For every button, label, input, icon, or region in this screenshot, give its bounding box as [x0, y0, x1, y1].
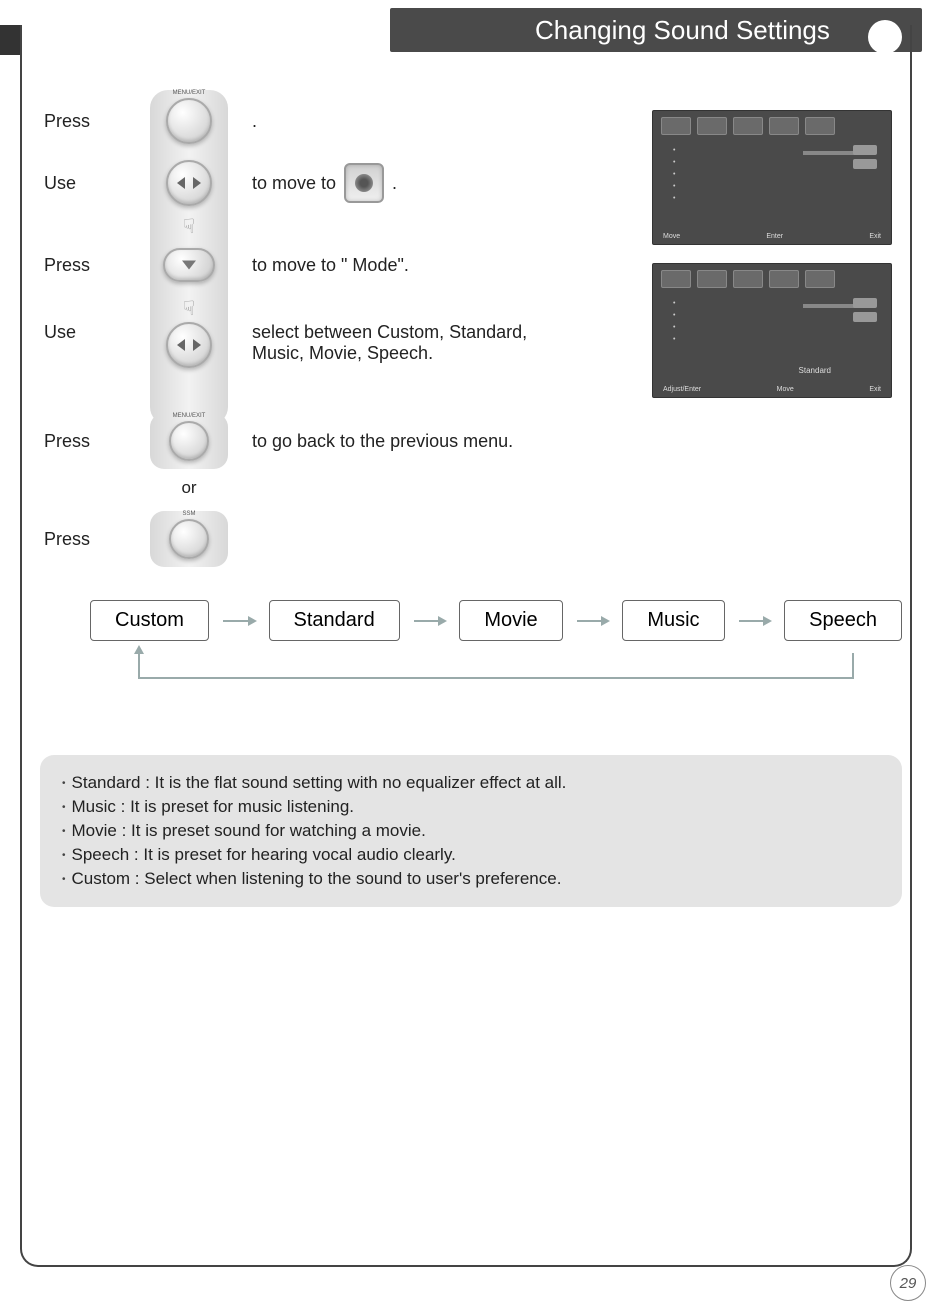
step-3-text: to move to " Mode". — [228, 255, 409, 276]
step-4-line1: select between Custom, Standard, — [252, 322, 527, 343]
tv-tab-icon — [697, 270, 727, 288]
tv-screenshots: Move Enter Exit Standard Adjust/Enter Mo… — [652, 110, 892, 416]
step-6-verb: Press — [40, 529, 150, 550]
tv-menu-item — [673, 157, 871, 169]
step-2-text-post: . — [392, 173, 397, 194]
step-5: Press MENU/EXIT to go back to the previo… — [40, 410, 892, 472]
step-1-verb: Press — [40, 111, 150, 132]
arrow-icon — [223, 620, 255, 622]
tv-tab-icon — [769, 270, 799, 288]
desc-speech: Speech : It is preset for hearing vocal … — [62, 843, 880, 867]
tv-screenshot-1: Move Enter Exit — [652, 110, 892, 245]
sound-menu-icon — [344, 163, 384, 203]
tv-footer-move: Move — [777, 386, 794, 393]
tv-tab-icon — [733, 270, 763, 288]
mode-movie: Movie — [459, 600, 562, 641]
mode-flow-diagram: Custom Standard Movie Music Speech — [90, 600, 902, 710]
step-5-verb: Press — [40, 431, 150, 452]
step-6: Press SSM — [40, 508, 892, 570]
header-left-bar — [0, 25, 20, 55]
tv-footer-exit: Exit — [869, 233, 881, 240]
tv-menu-item — [673, 169, 871, 181]
tv-value-badge — [853, 145, 877, 155]
menu-exit-button-icon: MENU/EXIT — [166, 98, 212, 144]
menu-exit-label-2: MENU/EXIT — [171, 413, 207, 419]
desc-music: Music : It is preset for music listening… — [62, 795, 880, 819]
ssm-button-icon: SSM — [169, 519, 209, 559]
ssm-label: SSM — [171, 511, 207, 517]
mode-custom: Custom — [90, 600, 209, 641]
arrow-icon — [577, 620, 609, 622]
desc-custom: Custom : Select when listening to the so… — [62, 867, 880, 891]
tv-value-badge — [853, 159, 877, 169]
step-2-text: to move to . — [228, 163, 397, 203]
step-4-line2: Music, Movie, Speech. — [252, 343, 527, 364]
tv-tab-icon — [697, 117, 727, 135]
down-button-icon — [163, 248, 215, 282]
step-2-verb: Use — [40, 173, 150, 194]
return-arrow — [138, 653, 854, 679]
desc-movie: Movie : It is preset sound for watching … — [62, 819, 880, 843]
arrow-icon — [739, 620, 771, 622]
tv-tab-icon — [805, 270, 835, 288]
tv-footer-enter: Enter — [766, 233, 783, 240]
tv-screenshot-2: Standard Adjust/Enter Move Exit — [652, 263, 892, 398]
tv-tab-icon — [661, 117, 691, 135]
tv-menu-item — [673, 322, 871, 334]
tv-menu-item — [673, 334, 871, 346]
menu-exit-button-icon-2: MENU/EXIT — [169, 421, 209, 461]
tv-menu-item — [673, 193, 871, 205]
step-4-verb: Use — [40, 322, 150, 343]
tv-tab-icon — [661, 270, 691, 288]
or-label: or — [40, 472, 228, 508]
arrow-icon — [414, 620, 446, 622]
tv-mode-value: Standard — [799, 366, 831, 375]
tv-value-badge — [853, 312, 877, 322]
tv-menu-item — [673, 310, 871, 322]
step-2-text-pre: to move to — [252, 173, 336, 194]
tv-menu-item — [673, 181, 871, 193]
tv-footer-exit: Exit — [869, 386, 881, 393]
tv-tab-icon — [733, 117, 763, 135]
menu-exit-label: MENU/EXIT — [168, 90, 210, 96]
left-right-button-icon-2 — [166, 322, 212, 368]
tv-tab-icon — [805, 117, 835, 135]
tv-tab-icon — [769, 117, 799, 135]
left-right-button-icon — [166, 160, 212, 206]
tv-value-badge — [853, 298, 877, 308]
mode-descriptions: Standard : It is the flat sound setting … — [40, 755, 902, 907]
desc-standard: Standard : It is the flat sound setting … — [62, 771, 880, 795]
mode-music: Music — [622, 600, 724, 641]
step-4-text: select between Custom, Standard, Music, … — [228, 322, 527, 364]
step-1-text: . — [228, 111, 257, 132]
page-number: 29 — [890, 1265, 926, 1301]
step-3-verb: Press — [40, 255, 150, 276]
tv-footer-adjust: Adjust/Enter — [663, 386, 701, 393]
mode-speech: Speech — [784, 600, 902, 641]
tv-footer-move: Move — [663, 233, 680, 240]
mode-standard: Standard — [269, 600, 400, 641]
step-5-text: to go back to the previous menu. — [228, 431, 513, 452]
